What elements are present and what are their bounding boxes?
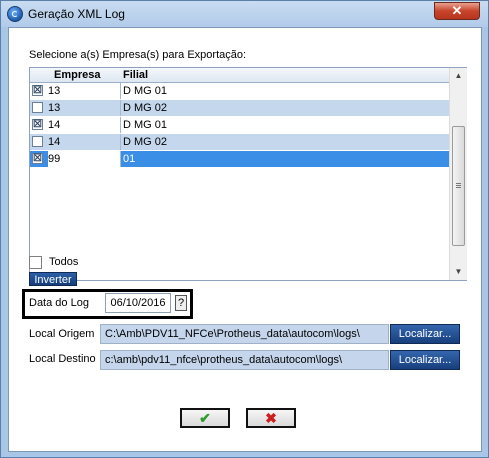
table-row[interactable]: 14 D MG 02 bbox=[30, 134, 449, 150]
local-origem-label: Local Origem bbox=[29, 328, 95, 340]
cell-empresa: 99 bbox=[48, 151, 120, 167]
dialog-body: Selecione a(s) Empresa(s) para Exportaçã… bbox=[8, 27, 482, 452]
data-log-label: Data do Log bbox=[29, 297, 89, 309]
close-button[interactable]: ✕ bbox=[434, 2, 480, 20]
table-row[interactable]: ☒ 14 D MG 01 bbox=[30, 117, 449, 133]
grip-line bbox=[456, 187, 461, 188]
column-divider bbox=[120, 134, 121, 150]
localizar-origem-button[interactable]: Localizar... bbox=[390, 324, 460, 344]
date-help-button[interactable]: ? bbox=[175, 295, 187, 311]
cancel-button[interactable]: ✖ bbox=[246, 408, 296, 428]
row-checkbox[interactable] bbox=[32, 136, 43, 147]
row-checkbox[interactable]: ☒ bbox=[32, 153, 43, 164]
data-log-input[interactable]: 06/10/2016 bbox=[105, 293, 171, 313]
x-cancel-icon: ✖ bbox=[265, 410, 277, 426]
scroll-up-arrow-icon[interactable]: ▲ bbox=[450, 68, 467, 84]
window-title: Geração XML Log bbox=[28, 7, 125, 21]
app-logo-icon bbox=[7, 6, 23, 22]
cell-empresa: 13 bbox=[48, 102, 61, 114]
localizar-destino-button[interactable]: Localizar... bbox=[390, 350, 460, 370]
title-bar: Geração XML Log ✕ bbox=[1, 1, 488, 27]
column-divider bbox=[120, 83, 121, 99]
row-checkbox[interactable]: ☒ bbox=[32, 85, 43, 96]
companies-grid: Empresa Filial ☒ 13 D MG 01 13 D MG 02 ☒… bbox=[29, 67, 467, 281]
select-companies-label: Selecione a(s) Empresa(s) para Exportaçã… bbox=[29, 49, 247, 61]
local-origem-field[interactable]: C:\Amb\PDV11_NFCe\Protheus_data\autocom\… bbox=[100, 324, 389, 344]
cell-filial: D MG 02 bbox=[123, 136, 168, 148]
checkmark-icon: ✔ bbox=[199, 410, 211, 426]
todos-checkbox[interactable] bbox=[29, 256, 42, 269]
scroll-down-arrow-icon[interactable]: ▼ bbox=[450, 264, 467, 280]
column-header-empresa[interactable]: Empresa bbox=[54, 68, 100, 82]
scroll-thumb[interactable] bbox=[452, 126, 465, 246]
cell-empresa: 14 bbox=[48, 136, 61, 148]
cell-filial: 01 bbox=[123, 153, 136, 165]
column-header-filial[interactable]: Filial bbox=[123, 68, 148, 82]
table-row-selected[interactable]: ☒ 99 01 bbox=[30, 151, 449, 167]
cell-filial: D MG 01 bbox=[123, 85, 168, 97]
grip-line bbox=[456, 183, 461, 184]
grid-vertical-scrollbar[interactable]: ▲ ▼ bbox=[449, 68, 467, 280]
local-destino-field[interactable]: c:\amb\pdv11_nfce\protheus_data\autocom\… bbox=[100, 350, 389, 370]
inverter-button[interactable]: Inverter bbox=[29, 272, 77, 286]
local-destino-label: Local Destino bbox=[29, 353, 96, 365]
column-divider bbox=[120, 151, 121, 167]
cell-empresa: 14 bbox=[48, 119, 61, 131]
table-row[interactable]: ☒ 13 D MG 01 bbox=[30, 83, 449, 99]
row-checkbox[interactable]: ☒ bbox=[32, 119, 43, 130]
column-divider bbox=[120, 100, 121, 116]
cell-empresa: 13 bbox=[48, 85, 61, 97]
cell-filial: D MG 01 bbox=[123, 119, 168, 131]
cell-filial: D MG 02 bbox=[123, 102, 168, 114]
dialog-window: Geração XML Log ✕ Selecione a(s) Empresa… bbox=[0, 0, 489, 458]
ok-button[interactable]: ✔ bbox=[180, 408, 230, 428]
row-checkbox[interactable] bbox=[32, 102, 43, 113]
grid-header: Empresa Filial bbox=[30, 68, 449, 83]
column-divider bbox=[120, 117, 121, 133]
table-row[interactable]: 13 D MG 02 bbox=[30, 100, 449, 116]
close-icon: ✕ bbox=[451, 3, 463, 18]
todos-label: Todos bbox=[49, 256, 79, 268]
grip-line bbox=[456, 185, 461, 186]
